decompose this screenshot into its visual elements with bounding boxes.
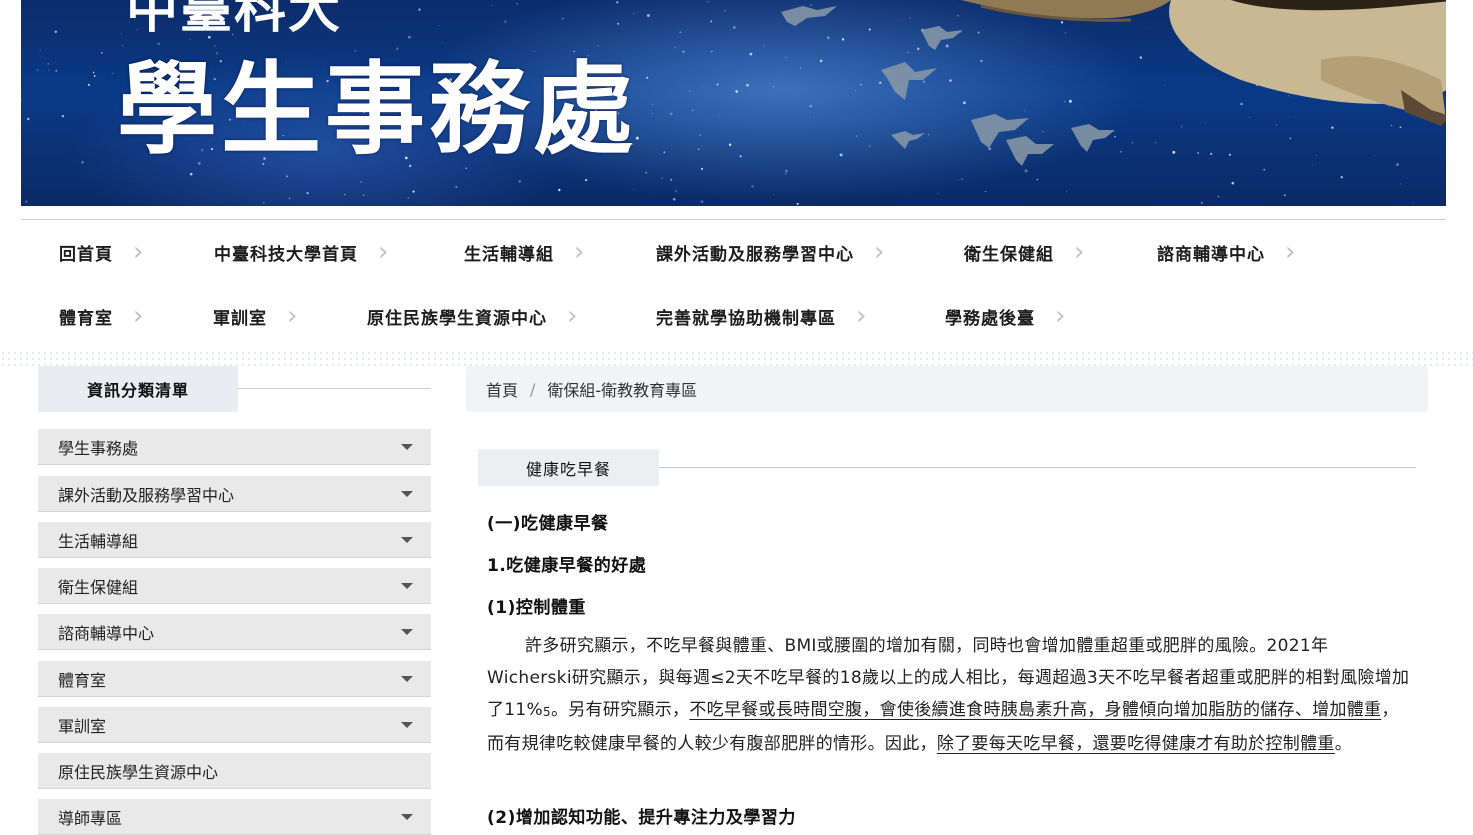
nav-label: 軍訓室 — [213, 308, 267, 329]
nav-label: 回首頁 — [59, 244, 113, 265]
caret-down-icon — [401, 443, 413, 450]
sidebar-item-label: 諮商輔導中心 — [58, 623, 155, 643]
breadcrumb: 首頁 / 衛保組-衛教教育專區 — [466, 366, 1428, 412]
article-title-line — [659, 467, 1416, 468]
underlined-text: 除了要每天吃早餐，還要吃得健康才有助於控制體重 — [936, 734, 1335, 754]
nav-label: 學務處後臺 — [945, 308, 1035, 329]
sidebar-item-label: 體育室 — [58, 670, 107, 690]
sidebar-item-label: 課外活動及服務學習中心 — [58, 485, 235, 505]
dotted-divider — [0, 350, 1473, 366]
chevron-right-icon: › — [874, 237, 886, 267]
nav-pe[interactable]: 體育室 › — [59, 301, 144, 331]
nav-admin-backend[interactable]: 學務處後臺 › — [945, 301, 1066, 331]
sidebar-item-label: 衛生保健組 — [58, 577, 139, 597]
sidebar-title: 資訊分類清單 — [38, 366, 238, 412]
chevron-right-icon: › — [1074, 237, 1086, 267]
nav-health-care[interactable]: 衛生保健組 › — [964, 237, 1085, 267]
nav-label: 原住民族學生資源中心 — [367, 308, 547, 329]
nav-schooling-assistance[interactable]: 完善就學協助機制專區 › — [656, 301, 867, 331]
chevron-right-icon: › — [567, 301, 579, 331]
nav-university-home[interactable]: 中臺科技大學首頁 › — [214, 237, 389, 267]
sidebar-item-student-affairs[interactable]: 學生事務處 — [38, 429, 431, 465]
breadcrumb-separator: / — [530, 379, 536, 399]
article-paragraph: 許多研究顯示，不吃早餐與體重、BMI或腰圍的增加有關，同時也會增加體重超重或肥胖… — [487, 630, 1412, 760]
article-title: 健康吃早餐 — [478, 449, 659, 486]
reference-number: 5 — [543, 705, 551, 719]
nav-life-guidance[interactable]: 生活輔導組 › — [464, 237, 585, 267]
chevron-right-icon: › — [287, 301, 299, 331]
site-banner: 中臺科大 學生事務處 — [21, 0, 1446, 206]
sidebar-item-military-training[interactable]: 軍訓室 — [38, 707, 431, 743]
school-name: 中臺科大 — [126, 0, 343, 40]
caret-down-icon — [401, 490, 413, 497]
chevron-right-icon: › — [1055, 301, 1067, 331]
underlined-text: 不吃早餐或長時間空腹，會使後續進食時胰島素升高，身體傾向增加脂肪的儲存、增加體重 — [689, 700, 1382, 720]
caret-down-icon — [401, 628, 413, 635]
breadcrumb-home-link[interactable]: 首頁 — [486, 377, 518, 401]
breadcrumb-current: 衛保組-衛教教育專區 — [547, 381, 698, 400]
nav-label: 體育室 — [59, 308, 113, 329]
sidebar-item-label: 生活輔導組 — [58, 531, 139, 551]
sidebar-title-line — [238, 388, 431, 389]
nav-label: 諮商輔導中心 — [1157, 244, 1265, 265]
caret-down-icon — [401, 582, 413, 589]
nav-counseling[interactable]: 諮商輔導中心 › — [1157, 237, 1296, 267]
nav-label: 中臺科技大學首頁 — [214, 244, 358, 265]
nav-home[interactable]: 回首頁 › — [59, 237, 144, 267]
chevron-right-icon: › — [1285, 237, 1297, 267]
nav-divider — [21, 219, 1446, 220]
sidebar-item-mentor-zone[interactable]: 導師專區 — [38, 799, 431, 835]
caret-down-icon — [401, 721, 413, 728]
caret-down-icon — [401, 675, 413, 682]
sidebar-item-label: 學生事務處 — [58, 438, 139, 458]
sidebar-item-life-guidance[interactable]: 生活輔導組 — [38, 522, 431, 558]
point-heading-cognition: (2)增加認知功能、提升專注力及學習力 — [487, 808, 796, 828]
caret-down-icon — [401, 536, 413, 543]
paragraph-text: 。 — [1334, 734, 1353, 754]
nav-label: 課外活動及服務學習中心 — [656, 244, 854, 265]
section-heading: (一)吃健康早餐 — [487, 514, 609, 534]
sidebar-item-health-care[interactable]: 衛生保健組 — [38, 568, 431, 604]
caret-down-icon — [401, 813, 413, 820]
nav-label: 生活輔導組 — [464, 244, 554, 265]
chevron-right-icon: › — [133, 237, 145, 267]
chevron-right-icon: › — [133, 301, 145, 331]
chevron-right-icon: › — [856, 301, 868, 331]
nav-label: 完善就學協助機制專區 — [656, 308, 836, 329]
point-heading-weight: (1)控制體重 — [487, 598, 586, 618]
subsection-heading: 1.吃健康早餐的好處 — [487, 556, 647, 576]
sidebar-item-counseling[interactable]: 諮商輔導中心 — [38, 614, 431, 650]
sidebar-item-indigenous-center[interactable]: 原住民族學生資源中心 — [38, 753, 431, 789]
sidebar-item-label: 軍訓室 — [58, 716, 107, 736]
sidebar-item-extracurricular[interactable]: 課外活動及服務學習中心 — [38, 476, 431, 512]
paragraph-text: 。另有研究顯示， — [550, 700, 690, 720]
nav-label: 衛生保健組 — [964, 244, 1054, 265]
sidebar-item-label: 原住民族學生資源中心 — [58, 762, 219, 782]
chevron-right-icon: › — [378, 237, 390, 267]
sidebar-item-label: 導師專區 — [58, 808, 123, 828]
chevron-right-icon: › — [574, 237, 586, 267]
nav-indigenous-center[interactable]: 原住民族學生資源中心 › — [367, 301, 578, 331]
office-name: 學生事務處 — [117, 51, 637, 168]
nav-extracurricular[interactable]: 課外活動及服務學習中心 › — [656, 237, 885, 267]
sidebar-item-pe[interactable]: 體育室 — [38, 661, 431, 697]
nav-military-training[interactable]: 軍訓室 › — [213, 301, 298, 331]
